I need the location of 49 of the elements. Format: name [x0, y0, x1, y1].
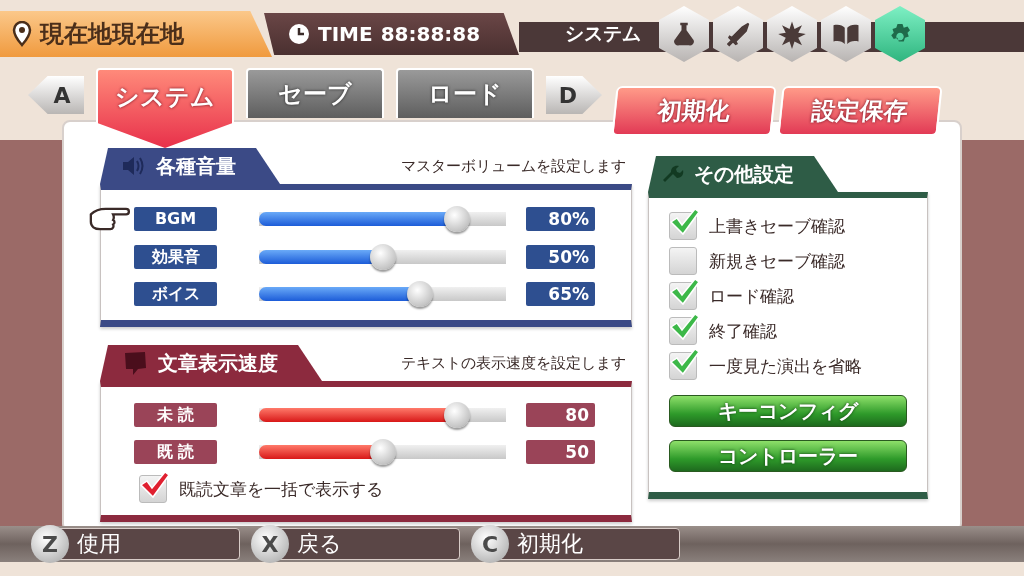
tab[interactable]: セーブ: [246, 68, 384, 118]
config-button[interactable]: コントローラー: [669, 440, 907, 472]
slider-value: 50: [525, 440, 595, 464]
action-button[interactable]: 初期化: [611, 86, 777, 136]
section-title: 各種音量: [156, 152, 236, 180]
slider-value: 80: [525, 403, 595, 427]
slider-thumb[interactable]: [443, 402, 470, 428]
slider-thumb[interactable]: [369, 244, 396, 270]
option-label: 終了確認: [709, 319, 777, 343]
slider-value: 80%: [525, 207, 595, 231]
hint-label: 戻る: [297, 530, 342, 558]
key-cap: Z: [31, 525, 69, 563]
option-label: ロード確認: [709, 284, 794, 308]
clock-icon: [288, 23, 310, 45]
map-pin-icon: [12, 21, 32, 47]
action-button[interactable]: 設定保存: [777, 86, 943, 136]
option-label: 上書きセーブ確認: [709, 214, 845, 238]
slider-value: 65%: [525, 282, 595, 306]
option-label: 一度見た演出を省略: [709, 354, 862, 378]
config-button[interactable]: キーコンフィグ: [669, 395, 907, 427]
slider-label: 未 読: [133, 403, 218, 427]
section-description: テキストの表示速度を設定します: [400, 354, 627, 374]
slider-label: 既 読: [133, 440, 218, 464]
slider-thumb[interactable]: [443, 206, 470, 232]
speech-bubble-icon: [122, 350, 148, 376]
key-cap: C: [471, 525, 509, 563]
section-title: その他設定: [694, 160, 794, 188]
slider-label: ボイス: [133, 282, 218, 306]
hint-label: 使用: [77, 530, 121, 558]
slider-value: 50%: [525, 245, 595, 269]
previous-tab-button[interactable]: A: [28, 76, 84, 114]
option-label: 既読文章を一括で表示する: [179, 477, 383, 501]
section-description: マスターボリュームを設定します: [400, 157, 627, 177]
slider-label: 効果音: [133, 245, 218, 269]
key-cap: X: [251, 525, 289, 563]
next-tab-button[interactable]: D: [546, 76, 602, 114]
menu-title: システム: [565, 21, 641, 46]
slider-label: BGM: [133, 207, 218, 231]
time-label: TIME: [318, 22, 373, 46]
section-title: 文章表示速度: [158, 349, 278, 377]
slider-thumb[interactable]: [406, 281, 433, 307]
checkbox[interactable]: [669, 247, 697, 275]
slider-thumb[interactable]: [369, 439, 396, 465]
tab[interactable]: ロード: [396, 68, 534, 118]
hint-label: 初期化: [517, 530, 583, 558]
time-value: 88:88:88: [380, 22, 481, 46]
location-text: 現在地現在地: [40, 19, 184, 50]
option-label: 新規きセーブ確認: [709, 249, 845, 273]
speaker-icon: [122, 155, 146, 177]
